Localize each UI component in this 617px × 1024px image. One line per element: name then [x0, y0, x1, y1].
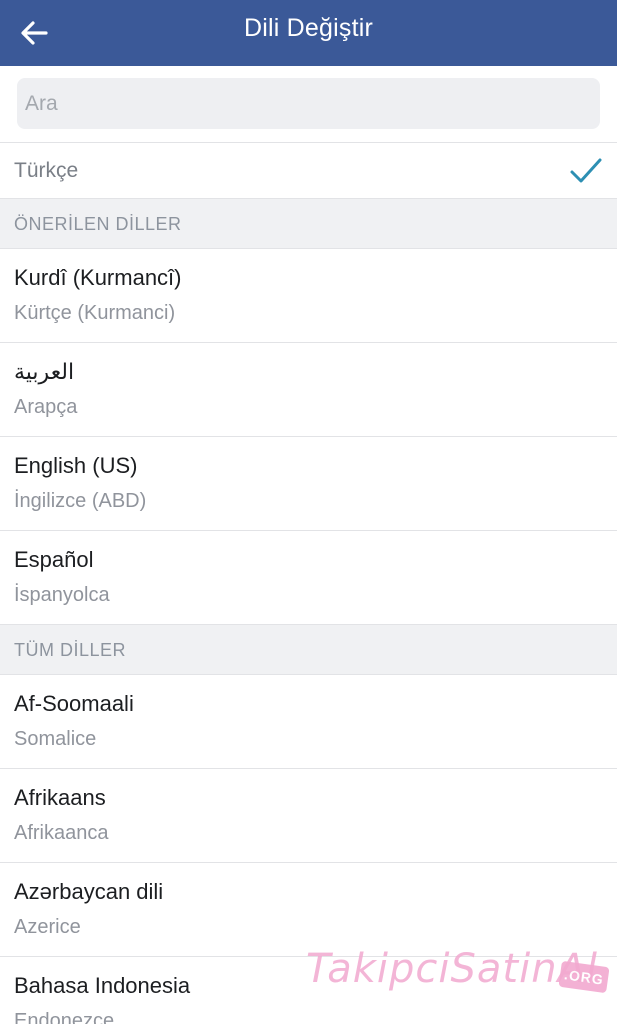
- search-bar: [0, 66, 617, 143]
- language-name: Bahasa Indonesia: [14, 973, 191, 998]
- language-translation: Afrikaanca: [14, 822, 109, 844]
- language-row[interactable]: Kurdî (Kurmancî) Kürtçe (Kurmanci): [0, 249, 617, 343]
- section-header-label: ÖNERİLEN DİLLER: [14, 214, 182, 234]
- language-translation: İspanyolca: [14, 584, 110, 606]
- checkmark-icon: [570, 158, 602, 183]
- language-row[interactable]: Afrikaans Afrikaanca: [0, 769, 617, 863]
- language-name: Afrikaans: [14, 785, 106, 810]
- language-translation: Azerice: [14, 916, 81, 938]
- section-header-suggested: ÖNERİLEN DİLLER: [0, 199, 617, 249]
- language-row[interactable]: Español İspanyolca: [0, 531, 617, 625]
- language-name: العربية: [14, 359, 75, 384]
- section-header-all: TÜM DİLLER: [0, 625, 617, 675]
- section-header-label: TÜM DİLLER: [14, 640, 127, 660]
- language-translation: İngilizce (ABD): [14, 490, 147, 512]
- language-translation: Kürtçe (Kurmanci): [14, 302, 176, 324]
- language-row[interactable]: Af-Soomaali Somalice: [0, 675, 617, 769]
- language-name: Af-Soomaali: [14, 691, 134, 716]
- language-name: Azərbaycan dili: [14, 879, 164, 904]
- search-input[interactable]: [17, 78, 600, 129]
- language-name: Español: [14, 547, 94, 572]
- language-row[interactable]: Azərbaycan dili Azerice: [0, 863, 617, 957]
- language-name: English (US): [14, 453, 138, 478]
- selected-language-row[interactable]: Türkçe: [0, 143, 617, 199]
- language-row[interactable]: العربية Arapça: [0, 343, 617, 437]
- watermark: TakipciSatinAl .ORG: [306, 944, 610, 994]
- language-row[interactable]: English (US) İngilizce (ABD): [0, 437, 617, 531]
- language-translation: Somalice: [14, 728, 97, 750]
- language-name: Kurdî (Kurmancî): [14, 265, 182, 290]
- app-bar: Dili Değiştir: [0, 0, 617, 66]
- watermark-text: TakipciSatinAl: [306, 946, 599, 992]
- language-translation: Arapça: [14, 396, 78, 418]
- selected-language-label: Türkçe: [14, 159, 79, 182]
- page-title: Dili Değiştir: [243, 14, 373, 42]
- language-translation: Endonezce: [14, 1010, 115, 1024]
